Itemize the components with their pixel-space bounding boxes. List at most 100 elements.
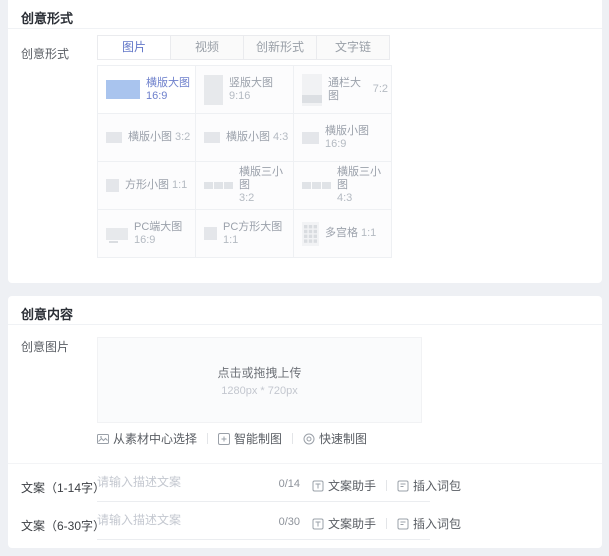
format-name: 横版小图 [325, 125, 369, 138]
format-name: 方形小图 [125, 179, 169, 192]
material-center-icon [97, 433, 109, 445]
pc-square-thumb-icon [204, 227, 217, 240]
format-name: PC端大图 [134, 221, 182, 234]
page: 创意形式 创意形式 图片 视频 创新形式 文字链 横版大图 16:9 竖版大图 … [0, 0, 609, 556]
format-ratio: 4:3 [273, 131, 288, 144]
char-counter: 0/30 [266, 516, 300, 528]
format-option-pc-large-16-9[interactable]: PC端大图 16:9 [98, 210, 196, 258]
copy-assistant-label: 文案助手 [328, 515, 376, 532]
format-ratio: 16:9 [134, 234, 182, 247]
format-name: 横版大图 [146, 77, 190, 90]
triple-image-thumb-icon [302, 182, 331, 189]
insert-wordpack-link[interactable]: 插入词包 [397, 515, 461, 532]
section-title-creative-content: 创意内容 [21, 304, 73, 323]
format-option-pc-square-1-1[interactable]: PC方形大图 1:1 [196, 210, 294, 258]
smart-draw-label: 智能制图 [234, 430, 282, 447]
copy-assistant-link[interactable]: 文案助手 [312, 515, 376, 532]
upload-size-hint: 1280px * 720px [221, 385, 297, 397]
char-counter: 0/14 [266, 478, 300, 490]
insert-wordpack-label: 插入词包 [413, 515, 461, 532]
format-field-label: 创意形式 [21, 45, 69, 62]
creative-content-section: 创意内容 创意图片 点击或拖拽上传 1280px * 720px 从素材中心选择 [8, 296, 602, 548]
divider [8, 324, 602, 325]
format-name: 横版三小图 [239, 166, 290, 192]
copy-field-row-1: 文案（1-14字） 0/14 文案助手 插 [8, 470, 602, 504]
tab-image[interactable]: 图片 [97, 35, 171, 60]
divider [386, 518, 387, 529]
tab-video[interactable]: 视频 [170, 35, 244, 60]
format-ratio: 7:2 [373, 83, 388, 96]
format-option-square-small-1-1[interactable]: 方形小图 1:1 [98, 162, 196, 210]
smart-draw-icon [218, 433, 230, 445]
material-center-label: 从素材中心选择 [113, 430, 197, 447]
format-ratio: 1:1 [361, 227, 376, 240]
material-center-link[interactable]: 从素材中心选择 [97, 430, 197, 447]
copy-assistant-icon [312, 480, 324, 492]
insert-wordpack-icon [397, 480, 409, 492]
divider [97, 539, 430, 540]
format-option-landscape-small-4-3[interactable]: 横版小图 4:3 [196, 114, 294, 162]
format-grid: 横版大图 16:9 竖版大图 9:16 通栏大图 7:2 [97, 65, 392, 258]
format-ratio: 4:3 [337, 192, 388, 205]
divider [8, 28, 602, 29]
format-ratio: 1:1 [223, 234, 282, 247]
copy-assistant-label: 文案助手 [328, 477, 376, 494]
format-option-landscape-large-16-9[interactable]: 横版大图 16:9 [98, 66, 196, 114]
banner-large-thumb-icon [302, 74, 322, 106]
format-name: 多宫格 [325, 227, 358, 240]
insert-wordpack-link[interactable]: 插入词包 [397, 477, 461, 494]
insert-wordpack-icon [397, 518, 409, 530]
quick-draw-link[interactable]: 快速制图 [303, 430, 367, 447]
format-option-banner-large-7-2[interactable]: 通栏大图 7:2 [294, 66, 392, 114]
quick-draw-icon [303, 433, 315, 445]
copy-6-30-label: 文案（6-30字） [21, 517, 105, 534]
triple-image-thumb-icon [204, 182, 233, 189]
copy-assistant-link[interactable]: 文案助手 [312, 477, 376, 494]
format-option-multi-grid-1-1[interactable]: 多宫格 1:1 [294, 210, 392, 258]
format-option-landscape-small-3-2[interactable]: 横版小图 3:2 [98, 114, 196, 162]
format-ratio: 1:1 [172, 179, 187, 192]
pc-screen-thumb-icon [106, 228, 128, 240]
creative-format-section: 创意形式 创意形式 图片 视频 创新形式 文字链 横版大图 16:9 竖版大图 … [8, 0, 602, 283]
copy-assistant-icon [312, 518, 324, 530]
divider [386, 480, 387, 491]
multi-grid-thumb-icon [302, 222, 319, 246]
format-type-tabs: 图片 视频 创新形式 文字链 [97, 35, 390, 60]
quick-draw-label: 快速制图 [319, 430, 367, 447]
copy-field-row-2: 文案（6-30字） 0/30 文案助手 插 [8, 508, 602, 542]
copy-1-14-label: 文案（1-14字） [21, 479, 105, 496]
format-name: 横版小图 [128, 131, 172, 144]
format-ratio: 3:2 [239, 192, 290, 205]
landscape-small-thumb-icon [204, 132, 220, 143]
format-ratio: 16:9 [146, 90, 190, 103]
divider [8, 463, 602, 464]
divider [97, 501, 430, 502]
divider [292, 433, 293, 444]
square-small-thumb-icon [106, 179, 119, 192]
format-name: PC方形大图 [223, 221, 282, 234]
portrait-large-thumb-icon [204, 75, 223, 105]
landscape-small-thumb-icon [106, 132, 122, 143]
format-ratio: 9:16 [229, 90, 273, 103]
format-name: 竖版大图 [229, 77, 273, 90]
divider [207, 433, 208, 444]
landscape-small-thumb-icon [302, 132, 319, 144]
section-title-creative-format: 创意形式 [21, 8, 73, 27]
smart-draw-link[interactable]: 智能制图 [218, 430, 282, 447]
format-ratio: 16:9 [325, 138, 369, 151]
landscape-large-thumb-icon [106, 80, 140, 99]
format-name: 通栏大图 [328, 77, 370, 103]
insert-wordpack-label: 插入词包 [413, 477, 461, 494]
format-option-landscape-small-16-9[interactable]: 横版小图 16:9 [294, 114, 392, 162]
copy-1-14-input[interactable] [97, 475, 269, 489]
format-name: 横版三小图 [337, 166, 388, 192]
format-option-triple-small-3-2[interactable]: 横版三小图 3:2 [196, 162, 294, 210]
image-source-links: 从素材中心选择 智能制图 快速制图 [97, 430, 367, 447]
copy-6-30-input[interactable] [97, 513, 269, 527]
format-option-portrait-large-9-16[interactable]: 竖版大图 9:16 [196, 66, 294, 114]
format-name: 横版小图 [226, 131, 270, 144]
tab-innovative-format[interactable]: 创新形式 [243, 35, 317, 60]
tab-text-link[interactable]: 文字链 [316, 35, 390, 60]
format-option-triple-small-4-3[interactable]: 横版三小图 4:3 [294, 162, 392, 210]
image-upload-dropzone[interactable]: 点击或拖拽上传 1280px * 720px [97, 337, 422, 423]
